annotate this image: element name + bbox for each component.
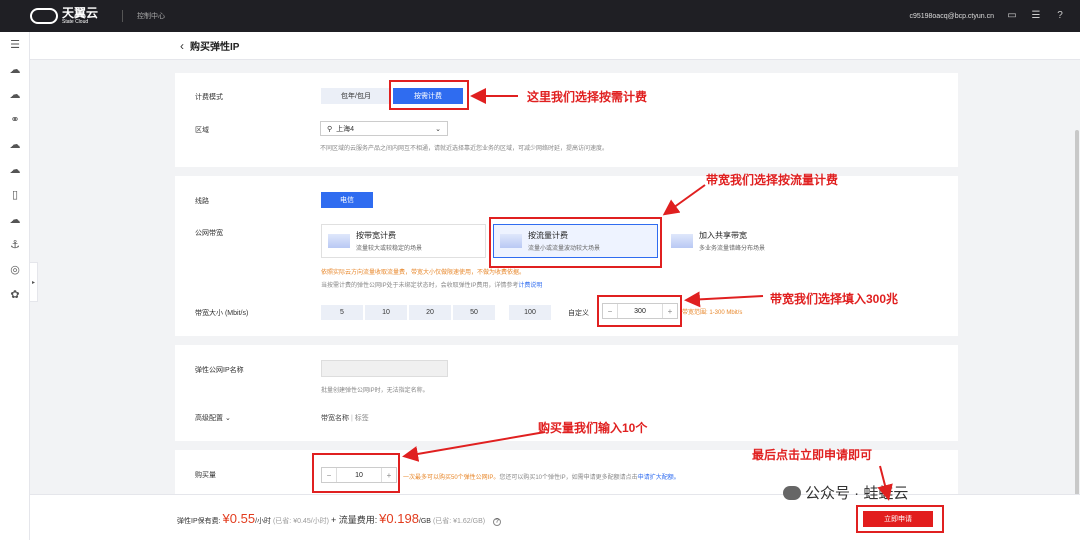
- annotation-3: 带宽我们选择填入300兆: [770, 292, 899, 306]
- quota-link[interactable]: 申请扩大配额。: [638, 475, 680, 481]
- left-nav: ☰ ☁ ☁ ⚭ ☁ ☁ ▯ ☁ ⚓ ◎ ✿: [0, 32, 30, 540]
- divider: [122, 10, 124, 22]
- billing-label: 计费模式: [195, 94, 223, 101]
- preset-10[interactable]: 10: [365, 305, 407, 320]
- chevron-down-icon: ⌄: [435, 125, 441, 133]
- location-icon: ⚲: [327, 125, 333, 133]
- scrollbar-thumb[interactable]: [1075, 130, 1079, 500]
- region-select[interactable]: ⚲ 上海4 ⌄: [320, 121, 448, 136]
- annotation-4: 购买量我们输入10个: [538, 421, 648, 435]
- highlight-apply: [856, 505, 944, 533]
- highlight-traffic: [489, 217, 662, 268]
- tree-icon[interactable]: ⚓: [0, 232, 30, 257]
- region-value: 上海4: [336, 125, 355, 133]
- annotation-2: 带宽我们选择按流量计费: [706, 173, 839, 187]
- preset-5[interactable]: 5: [321, 305, 363, 320]
- highlight-quantity: [312, 453, 400, 493]
- line-label: 线路: [195, 198, 209, 205]
- scrollbar[interactable]: [1074, 60, 1080, 500]
- menu-icon[interactable]: ☰: [0, 32, 30, 57]
- bandwidth-card-fixed[interactable]: 按带宽计费 流量较大或较稳定的场景: [321, 224, 486, 258]
- top-bar: 天翼云 State Cloud 控制中心 c95198oacq@bcp.ctyu…: [0, 0, 1080, 32]
- highlight-ondemand: [389, 80, 469, 110]
- cloud-storage-icon[interactable]: ☁: [0, 157, 30, 182]
- annotation-1: 这里我们选择按需计费: [527, 90, 648, 104]
- cloud-icon[interactable]: ☁: [0, 57, 30, 82]
- card-title: 加入共享带宽: [699, 231, 747, 240]
- message-icon[interactable]: ▭: [1006, 10, 1018, 22]
- file-icon[interactable]: ▯: [0, 182, 30, 207]
- collapse-toggle[interactable]: ▸: [30, 262, 38, 302]
- account-name[interactable]: c95198oacq@bcp.ctyun.cn: [909, 13, 994, 20]
- shared-illustration-icon: [671, 234, 693, 248]
- help-icon[interactable]: ?: [1054, 10, 1066, 22]
- region-hint: 不同区域的云服务产品之间内网互不相通，请就近选择靠近您业务的区域，可减少网络时延…: [320, 146, 609, 152]
- highlight-bandwidth: [597, 295, 682, 327]
- eip-name-hint: 批量创建弹性公网IP时，无法指定名称。: [321, 388, 429, 394]
- page-title: 购买弹性IP: [190, 42, 240, 53]
- wechat-icon: [783, 485, 801, 500]
- card-desc: 流量较大或较稳定的场景: [356, 246, 423, 252]
- quantity-label: 购买量: [195, 472, 216, 479]
- watermark: 公众号 · 蛙蛙云: [783, 482, 908, 503]
- cloud-server-icon[interactable]: ☁: [0, 82, 30, 107]
- region-label: 区域: [195, 127, 209, 134]
- billing-doc-link[interactable]: 计费说明: [518, 283, 542, 289]
- settings-icon[interactable]: ☰: [1030, 10, 1042, 22]
- preset-50[interactable]: 50: [453, 305, 495, 320]
- bandwidth-warn: 依照实际云方向流量收取流量费，带宽大小仅做限速使用，不做为收费依据。: [321, 270, 526, 276]
- logo-en: State Cloud: [62, 19, 89, 25]
- cloud-outline-icon[interactable]: ☁: [0, 132, 30, 157]
- card-desc: 多业务流量错峰分布场景: [699, 246, 766, 252]
- quantity-hint: 一次最多可以购买50个弹性公网IP。您还可以购买10个弹性IP，如需申请更多配额…: [403, 475, 680, 481]
- bandwidth-card-shared[interactable]: 加入共享带宽 多业务流量错峰分布场景: [665, 224, 830, 258]
- page-header: ‹ 购买弹性IP: [30, 32, 1080, 60]
- billing-option-yearly[interactable]: 包年/包月: [321, 88, 391, 104]
- advanced-config-toggle[interactable]: 高级配置 ⌄: [195, 413, 231, 423]
- traffic-price: ¥0.198: [379, 511, 419, 526]
- ip-icon[interactable]: ◎: [0, 257, 30, 282]
- cluster-icon[interactable]: ✿: [0, 282, 30, 307]
- cloud-logo-icon: [30, 8, 58, 24]
- info-icon[interactable]: ?: [493, 518, 502, 526]
- advanced-items: 带宽名称 | 标签: [321, 415, 369, 422]
- bandwidth-label: 公网带宽: [195, 230, 223, 237]
- custom-label: 自定义: [568, 310, 589, 317]
- preset-100[interactable]: 100: [509, 305, 551, 320]
- cloud-db-icon[interactable]: ☁: [0, 207, 30, 232]
- fee-summary: 弹性IP保有费: ¥0.55/小时 (已省: ¥0.45/小时) + 流量费用:…: [177, 511, 502, 526]
- eip-price: ¥0.55: [222, 511, 256, 526]
- bandwidth-range: 带宽范围: 1-300 Mbit/s: [682, 310, 743, 316]
- annotation-5: 最后点击立即申请即可: [752, 448, 873, 462]
- bandwidth-size-label: 带宽大小 (Mbit/s): [195, 310, 249, 317]
- chevron-left-icon[interactable]: ‹: [180, 39, 184, 53]
- card-title: 按带宽计费: [356, 231, 396, 240]
- preset-20[interactable]: 20: [409, 305, 451, 320]
- network-icon[interactable]: ⚭: [0, 107, 30, 132]
- logo[interactable]: 天翼云 State Cloud: [30, 7, 98, 25]
- chevron-down-icon: ⌄: [224, 415, 231, 422]
- eip-name-input[interactable]: [321, 360, 448, 377]
- eip-name-label: 弹性公网IP名称: [195, 367, 244, 374]
- bandwidth-hint: 当按需计费的弹性公网IP处于未绑定状态时，会收取弹性IP费用，详情参考计费说明: [321, 283, 543, 289]
- console-link[interactable]: 控制中心: [137, 11, 165, 21]
- logo-cn: 天翼云: [62, 6, 99, 20]
- bandwidth-illustration-icon: [328, 234, 350, 248]
- line-option-telecom[interactable]: 电信: [321, 192, 373, 208]
